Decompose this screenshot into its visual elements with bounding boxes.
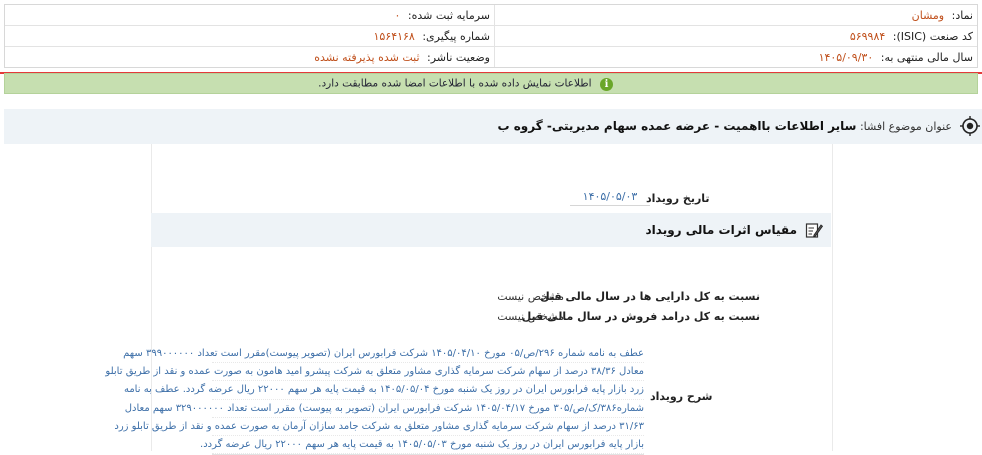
target-icon (960, 116, 980, 136)
isic-cell: کد صنعت (ISIC): ۵۶۹۹۸۴ (493, 26, 973, 47)
description-line: معادل ۳۸/۳۶ درصد از سهام شرکت سرمایه گذا… (105, 363, 644, 382)
subject-label: عنوان موضوع افشا: (859, 120, 952, 133)
description-label: شرح رویداد (650, 390, 713, 403)
verification-notice: i اطلاعات نمایش داده شده با اطلاعات امضا… (4, 73, 978, 94)
tracking-value: ۱۵۶۴۱۶۸ (373, 30, 415, 43)
edit-icon (805, 223, 823, 238)
info-icon: i (600, 77, 613, 91)
event-date-label: تاریخ رویداد (646, 192, 710, 205)
symbol-value[interactable]: ومشان (912, 9, 944, 22)
assets-ratio-label: نسبت به کل دارایی ها در سال مالی قبل (540, 290, 760, 303)
description-line: زرد بازار پایه فرابورس ایران در روز یک ش… (124, 381, 644, 400)
assets-ratio-value: مشخص نیست (497, 290, 564, 303)
financial-section-header: مقیاس اثرات مالی رویداد (151, 213, 831, 247)
subject-title: سایر اطلاعات بااهمیت - عرضه عمده سهام مد… (497, 119, 857, 133)
financial-section-title: مقیاس اثرات مالی رویداد (645, 223, 797, 237)
fiscal-label: سال مالی منتهی به: (880, 51, 973, 64)
fiscal-value: ۱۴۰۵/۰۹/۳۰ (818, 51, 874, 64)
status-value: ثبت شده پذیرفته نشده (314, 51, 420, 64)
info-row: نماد: ومشان سرمایه ثبت شده: ۰ (5, 5, 977, 26)
isic-label: کد صنعت (ISIC): (892, 30, 973, 43)
description-line: ۳۱/۶۳ درصد از سهام شرکت سرمایه گذاری مشا… (114, 418, 644, 437)
subject-bar: عنوان موضوع افشا: سایر اطلاعات بااهمیت -… (4, 109, 982, 144)
info-row: کد صنعت (ISIC): ۵۶۹۹۸۴ شماره پیگیری: ۱۵۶… (5, 26, 977, 47)
notice-text: اطلاعات نمایش داده شده با اطلاعات امضا ش… (318, 77, 592, 90)
capital-label: سرمایه ثبت شده: (407, 9, 490, 22)
info-row: سال مالی منتهی به: ۱۴۰۵/۰۹/۳۰ وضعیت ناشر… (5, 47, 977, 68)
description-line: عطف به نامه شماره ۲۹۶/ص/۰۵ مورخ ۱۴۰۵/۰۴/… (123, 345, 644, 364)
capital-value: ۰ (394, 9, 401, 22)
event-date-value: ۱۴۰۵/۰۵/۰۳ (570, 190, 650, 206)
tracking-label: شماره پیگیری: (422, 30, 490, 43)
fiscal-cell: سال مالی منتهی به: ۱۴۰۵/۰۹/۳۰ (493, 47, 973, 68)
description-line: بازار پایه فرابورس ایران در روز یک شنبه … (200, 436, 644, 455)
revenue-ratio-value: مشخص نیست (497, 310, 564, 323)
tracking-cell: شماره پیگیری: ۱۵۶۴۱۶۸ (5, 26, 490, 47)
symbol-label: نماد: (951, 9, 973, 22)
description-text: عطف به نامه شماره ۲۹۶/ص/۰۵ مورخ ۱۴۰۵/۰۴/… (105, 345, 644, 455)
subject-text: عنوان موضوع افشا: سایر اطلاعات بااهمیت -… (497, 109, 952, 144)
status-label: وضعیت ناشر: (427, 51, 490, 64)
company-info-table: نماد: ومشان سرمایه ثبت شده: ۰ کد صنعت (I… (4, 4, 978, 68)
description-line: شماره۳۸۶/ک/ص/۳۰۵ مورخ ۱۴۰۵/۰۴/۱۷ شرکت فر… (125, 400, 644, 418)
capital-cell: سرمایه ثبت شده: ۰ (5, 5, 490, 26)
isic-value: ۵۶۹۹۸۴ (849, 30, 886, 43)
symbol-cell: نماد: ومشان (493, 5, 973, 26)
status-cell: وضعیت ناشر: ثبت شده پذیرفته نشده (5, 47, 490, 68)
